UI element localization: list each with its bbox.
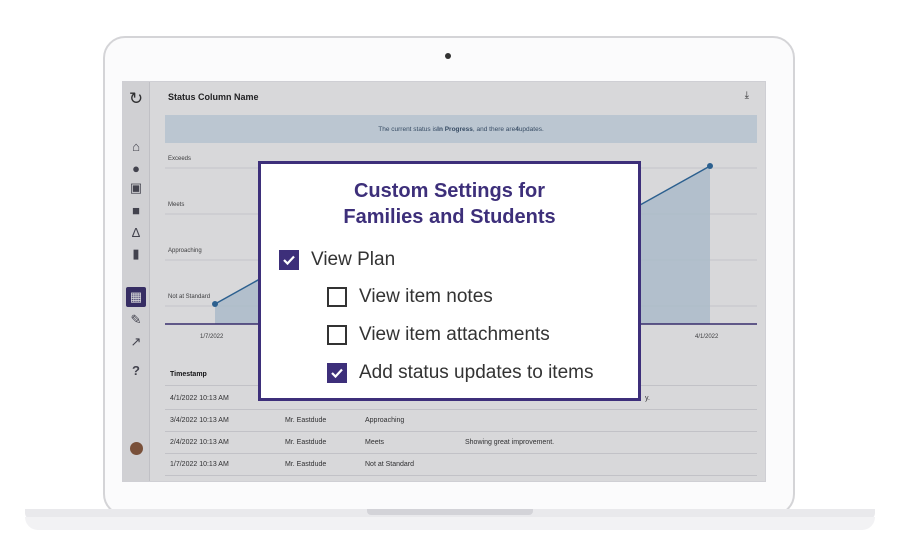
modal-title-line2: Families and Students [343, 206, 556, 228]
table-cell: 4/1/2022 10:13 AM [170, 395, 229, 402]
banner-prefix: The current status is [378, 125, 438, 133]
laptop-base-bottom [25, 517, 875, 530]
table-cell: Mr. Eastdude [285, 417, 327, 424]
banner-middle: , and there are [472, 125, 516, 133]
table-cell: 3/4/2022 10:13 AM [170, 417, 229, 424]
option-add-status-updates-to-items[interactable]: Add status updates to items [327, 362, 593, 384]
x-tick-label: 4/1/2022 [695, 334, 719, 340]
modal-title-line1: Custom Settings for [353, 180, 546, 202]
option-label: View item notes [359, 286, 493, 307]
column-header[interactable]: Timestamp [170, 371, 207, 378]
compass-icon[interactable]: ∆ [126, 222, 146, 242]
map-icon[interactable]: ▦ [126, 287, 146, 307]
checkbox[interactable] [327, 287, 347, 307]
presentation-icon[interactable]: ▣ [126, 178, 146, 198]
sidebar: ↻ ⌂ ● ▣ ■ ∆ ▮ ▦ ✎ ↗ ? [123, 82, 150, 481]
download-icon[interactable]: ⤓ [745, 90, 749, 101]
checkbox[interactable] [279, 250, 299, 270]
users-icon[interactable]: ● [126, 158, 146, 178]
x-tick-label: 1/7/2022 [200, 334, 224, 340]
data-point [707, 163, 713, 169]
option-view-item-notes[interactable]: View item notes [327, 286, 493, 308]
table-cell: Showing great improvement. [465, 439, 555, 446]
option-view-item-attachments[interactable]: View item attachments [327, 324, 550, 346]
home-icon[interactable]: ⌂ [126, 136, 146, 156]
option-view-plan[interactable]: View Plan [279, 249, 395, 271]
logo-icon[interactable]: ↻ [126, 89, 146, 109]
option-label: View Plan [311, 249, 396, 270]
bookmark-icon[interactable]: ▮ [126, 244, 146, 264]
table-row[interactable]: 1/7/2022 10:13 AM Mr. Eastdude Not at Stan… [165, 454, 757, 476]
option-label: Add status updates to items [359, 362, 594, 383]
table-row[interactable]: 3/4/2022 10:13 AM Mr. Eastdude Approaching [165, 410, 757, 432]
page-title: Status Column Name [168, 92, 259, 102]
chart-icon[interactable]: ↗ [126, 332, 146, 352]
checkbox[interactable] [327, 363, 347, 383]
camera-icon [445, 53, 451, 59]
table-cell: 2/4/2022 10:13 AM [170, 439, 229, 446]
modal-title: Custom Settings for Families and Student… [261, 178, 638, 230]
laptop-notch [367, 509, 533, 515]
data-point [212, 301, 218, 307]
banner-status: In Progress [437, 125, 473, 133]
edit-icon[interactable]: ✎ [126, 310, 146, 330]
help-icon[interactable]: ? [126, 360, 146, 380]
table-cell: Not at Standard [365, 461, 415, 468]
checkmark-icon [331, 368, 343, 379]
table-row[interactable]: 2/4/2022 10:13 AM Mr. Eastdude Meets Showin… [165, 432, 757, 454]
table-cell: Mr. Eastdude [285, 461, 327, 468]
table-cell: Approaching [365, 417, 405, 424]
table-cell: Meets [365, 439, 385, 446]
table-cell: Mr. Eastdude [285, 439, 327, 446]
status-banner: The current status is In Progress, and t… [165, 115, 757, 143]
checkbox[interactable] [327, 325, 347, 345]
option-label: View item attachments [359, 324, 550, 345]
avatar[interactable] [130, 442, 143, 455]
checkmark-icon [283, 255, 295, 266]
settings-modal: Custom Settings for Families and Student… [258, 161, 641, 401]
banner-suffix: updates. [518, 125, 544, 133]
book-icon[interactable]: ■ [126, 200, 146, 220]
table-cell: 1/7/2022 10:13 AM [170, 461, 229, 468]
table-cell: y. [645, 395, 650, 402]
